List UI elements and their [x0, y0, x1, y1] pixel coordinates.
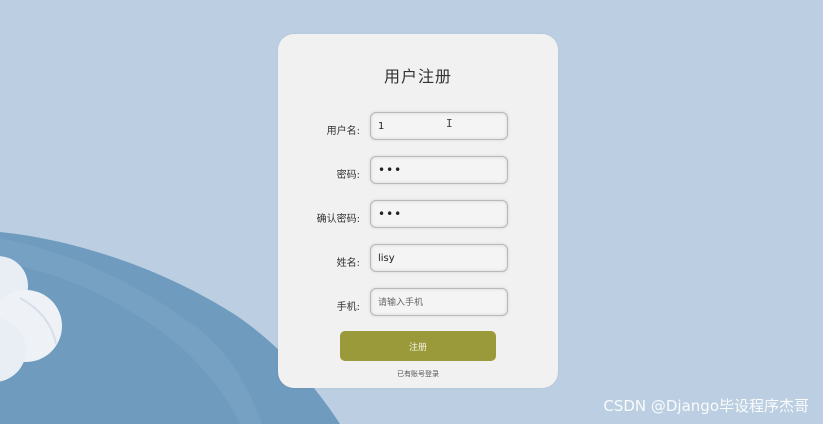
- phone-input[interactable]: [370, 288, 508, 316]
- phone-label: 手机:: [336, 302, 360, 313]
- password-label: 密码:: [336, 170, 360, 181]
- confirm-password-label: 确认密码:: [316, 214, 360, 225]
- password-input[interactable]: [370, 156, 508, 184]
- text-cursor-icon: I: [446, 117, 453, 130]
- username-input[interactable]: [370, 112, 508, 140]
- register-card: 用户注册 用户名: I 密码: 确认密码: 姓名: 手机: 注册 已有账号登录: [278, 34, 558, 388]
- username-label: 用户名:: [326, 126, 360, 137]
- login-link[interactable]: 已有账号登录: [278, 369, 558, 379]
- name-input[interactable]: [370, 244, 508, 272]
- register-button[interactable]: 注册: [340, 331, 496, 361]
- confirm-password-input[interactable]: [370, 200, 508, 228]
- name-label: 姓名:: [336, 258, 360, 269]
- page-title: 用户注册: [383, 67, 452, 86]
- watermark-text: CSDN @Django毕设程序杰哥: [603, 397, 809, 415]
